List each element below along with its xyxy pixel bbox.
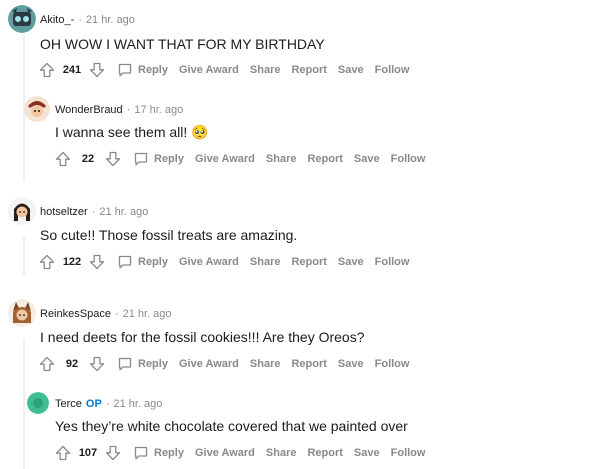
reply-button[interactable]: Reply xyxy=(123,445,184,461)
share-button[interactable]: Share xyxy=(250,64,281,76)
separator-dot: · xyxy=(78,14,82,26)
vote-count: 92 xyxy=(65,358,79,370)
comment-meta: Terce OP · 21 hr. ago xyxy=(55,394,162,414)
report-button[interactable]: Report xyxy=(307,447,342,459)
vote-count: 22 xyxy=(81,153,95,165)
reply-icon xyxy=(117,62,133,78)
give-award-button[interactable]: Give Award xyxy=(179,64,239,76)
comment-text: Yes they’re white chocolate covered that… xyxy=(55,418,408,434)
reply-button[interactable]: Reply xyxy=(107,62,168,78)
author-name[interactable]: ReinkesSpace xyxy=(40,308,111,320)
share-button[interactable]: Share xyxy=(266,447,297,459)
comment-actions: 241 Reply Give Award Share Report Save F… xyxy=(37,58,420,82)
comment-meta: Akito_- · 21 hr. ago xyxy=(40,10,135,30)
separator-dot: · xyxy=(126,104,131,116)
avatar[interactable] xyxy=(24,96,50,122)
comment-meta: hotseltzer · 21 hr. ago xyxy=(40,202,148,222)
op-badge: OP xyxy=(85,398,102,410)
follow-button[interactable]: Follow xyxy=(375,256,410,268)
save-button[interactable]: Save xyxy=(338,64,364,76)
follow-button[interactable]: Follow xyxy=(391,153,426,165)
timestamp[interactable]: 21 hr. ago xyxy=(123,308,172,320)
follow-button[interactable]: Follow xyxy=(391,447,426,459)
vote-count: 107 xyxy=(78,447,98,459)
upvote-icon[interactable] xyxy=(37,252,57,272)
report-button[interactable]: Report xyxy=(291,256,326,268)
save-button[interactable]: Save xyxy=(354,447,380,459)
reply-button[interactable]: Reply xyxy=(123,151,184,167)
report-button[interactable]: Report xyxy=(291,64,326,76)
give-award-button[interactable]: Give Award xyxy=(179,256,239,268)
comment-actions: 122 Reply Give Award Share Report Save F… xyxy=(37,250,420,274)
author-name[interactable]: WonderBraud xyxy=(55,104,123,116)
share-button[interactable]: Share xyxy=(266,153,297,165)
reply-label: Reply xyxy=(154,447,184,459)
reply-icon xyxy=(117,254,133,270)
upvote-icon[interactable] xyxy=(53,443,73,463)
comment-actions: 22 Reply Give Award Share Report Save Fo… xyxy=(53,147,436,171)
timestamp[interactable]: 21 hr. ago xyxy=(86,14,135,26)
upvote-icon[interactable] xyxy=(37,60,57,80)
give-award-button[interactable]: Give Award xyxy=(195,447,255,459)
reply-label: Reply xyxy=(154,153,184,165)
reply-label: Reply xyxy=(138,358,168,370)
upvote-icon[interactable] xyxy=(37,354,57,374)
separator-dot: · xyxy=(114,308,119,320)
follow-button[interactable]: Follow xyxy=(375,64,410,76)
downvote-icon[interactable] xyxy=(87,354,107,374)
timestamp[interactable]: 21 hr. ago xyxy=(113,398,162,410)
reply-button[interactable]: Reply xyxy=(107,254,168,270)
reply-icon xyxy=(133,445,149,461)
downvote-icon[interactable] xyxy=(103,443,123,463)
upvote-icon[interactable] xyxy=(53,149,73,169)
downvote-icon[interactable] xyxy=(87,60,107,80)
give-award-button[interactable]: Give Award xyxy=(195,153,255,165)
reply-icon xyxy=(133,151,149,167)
follow-button[interactable]: Follow xyxy=(375,358,410,370)
comment-actions: 107 Reply Give Award Share Report Save F… xyxy=(53,441,436,465)
vote-count: 241 xyxy=(62,64,82,76)
author-name[interactable]: Terce xyxy=(55,398,82,410)
downvote-icon[interactable] xyxy=(87,252,107,272)
reply-label: Reply xyxy=(138,64,168,76)
save-button[interactable]: Save xyxy=(338,256,364,268)
comment-text: I wanna see them all! 🥺 xyxy=(55,124,209,140)
reply-button[interactable]: Reply xyxy=(107,356,168,372)
avatar[interactable] xyxy=(27,392,49,414)
comment-actions: 92 Reply Give Award Share Report Save Fo… xyxy=(37,352,420,376)
downvote-icon[interactable] xyxy=(103,149,123,169)
author-name[interactable]: hotseltzer xyxy=(40,206,88,218)
thread-line[interactable] xyxy=(23,236,25,276)
thread-line[interactable] xyxy=(23,338,25,469)
comment-text: OH WOW I WANT THAT FOR MY BIRTHDAY xyxy=(40,36,325,52)
report-button[interactable]: Report xyxy=(291,358,326,370)
avatar[interactable] xyxy=(8,299,36,327)
avatar[interactable] xyxy=(8,5,36,33)
save-button[interactable]: Save xyxy=(354,153,380,165)
timestamp[interactable]: 21 hr. ago xyxy=(99,206,148,218)
reply-label: Reply xyxy=(138,256,168,268)
comment-meta: WonderBraud · 17 hr. ago xyxy=(55,100,183,120)
share-button[interactable]: Share xyxy=(250,358,281,370)
timestamp[interactable]: 17 hr. ago xyxy=(134,104,183,116)
reply-icon xyxy=(117,356,133,372)
separator-dot: · xyxy=(91,206,96,218)
avatar[interactable] xyxy=(8,197,36,225)
comment-text: So cute!! Those fossil treats are amazin… xyxy=(40,227,298,243)
report-button[interactable]: Report xyxy=(307,153,342,165)
save-button[interactable]: Save xyxy=(338,358,364,370)
share-button[interactable]: Share xyxy=(250,256,281,268)
comment-text: I need deets for the fossil cookies!!! A… xyxy=(40,329,365,345)
author-name[interactable]: Akito_- xyxy=(40,14,74,26)
give-award-button[interactable]: Give Award xyxy=(179,358,239,370)
separator-dot: · xyxy=(105,398,110,410)
vote-count: 122 xyxy=(62,256,82,268)
comment-meta: ReinkesSpace · 21 hr. ago xyxy=(40,304,172,324)
